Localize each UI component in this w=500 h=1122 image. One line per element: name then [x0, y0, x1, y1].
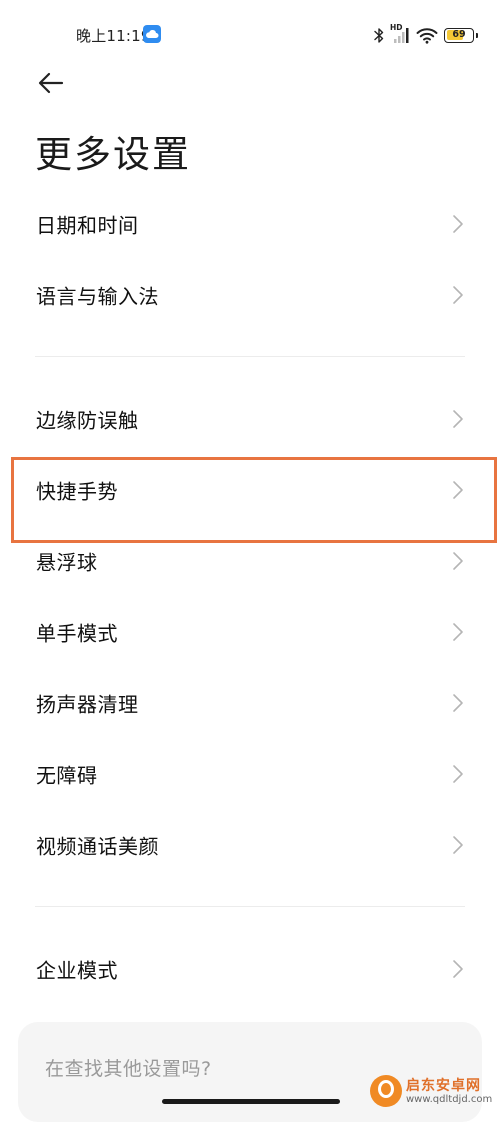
search-prompt: 在查找其他设置吗? [45, 1058, 212, 1080]
settings-item-edge-touch[interactable]: 边缘防误触 [0, 384, 500, 454]
battery-level: 69 [452, 29, 466, 40]
chevron-right-icon [453, 960, 463, 978]
settings-item-gesture-shortcuts[interactable]: 快捷手势 [0, 455, 500, 525]
settings-item-floating-ball[interactable]: 悬浮球 [0, 526, 500, 596]
settings-item-label: 单手模式 [36, 621, 118, 646]
settings-item-label: 日期和时间 [36, 213, 139, 238]
settings-item-language-input[interactable]: 语言与输入法 [0, 260, 500, 330]
settings-item-date-time[interactable]: 日期和时间 [0, 189, 500, 259]
settings-item-one-handed-mode[interactable]: 单手模式 [0, 597, 500, 667]
battery-icon: 69 [444, 27, 478, 43]
settings-item-video-call-beauty[interactable]: 视频通话美颜 [0, 810, 500, 880]
status-bar: 晚上11:19 HD 69 [0, 0, 500, 70]
settings-item-label: 企业模式 [36, 958, 118, 983]
chevron-right-icon [453, 836, 463, 854]
chevron-right-icon [453, 481, 463, 499]
status-icons: HD 69 [374, 23, 478, 46]
settings-item-label: 悬浮球 [36, 550, 98, 575]
home-indicator[interactable] [162, 1099, 340, 1104]
settings-item-label: 视频通话美颜 [36, 834, 159, 859]
settings-item-label: 快捷手势 [36, 479, 118, 504]
bluetooth-icon [374, 27, 384, 43]
cloud-notification-icon [143, 25, 161, 43]
settings-item-label: 边缘防误触 [36, 408, 139, 433]
wifi-icon [416, 27, 438, 44]
settings-item-label: 语言与输入法 [36, 284, 159, 309]
chevron-right-icon [453, 552, 463, 570]
status-time: 晚上11:19 [76, 27, 151, 45]
chevron-right-icon [453, 694, 463, 712]
page-title: 更多设置 [35, 133, 191, 176]
arrow-left-icon [38, 72, 64, 94]
back-button[interactable] [30, 66, 70, 100]
settings-item-speaker-cleaner[interactable]: 扬声器清理 [0, 668, 500, 738]
settings-item-label: 无障碍 [36, 763, 98, 788]
chevron-right-icon [453, 765, 463, 783]
settings-item-enterprise-mode[interactable]: 企业模式 [0, 934, 500, 1004]
chevron-right-icon [453, 623, 463, 641]
cellular-signal-icon: HD [390, 23, 410, 44]
chevron-right-icon [453, 286, 463, 304]
section-divider [35, 906, 465, 907]
settings-item-label: 扬声器清理 [36, 692, 139, 717]
settings-item-accessibility[interactable]: 无障碍 [0, 739, 500, 809]
chevron-right-icon [453, 215, 463, 233]
chevron-right-icon [453, 410, 463, 428]
search-other-settings-card[interactable]: 在查找其他设置吗? [18, 1022, 482, 1122]
section-divider [35, 356, 465, 357]
